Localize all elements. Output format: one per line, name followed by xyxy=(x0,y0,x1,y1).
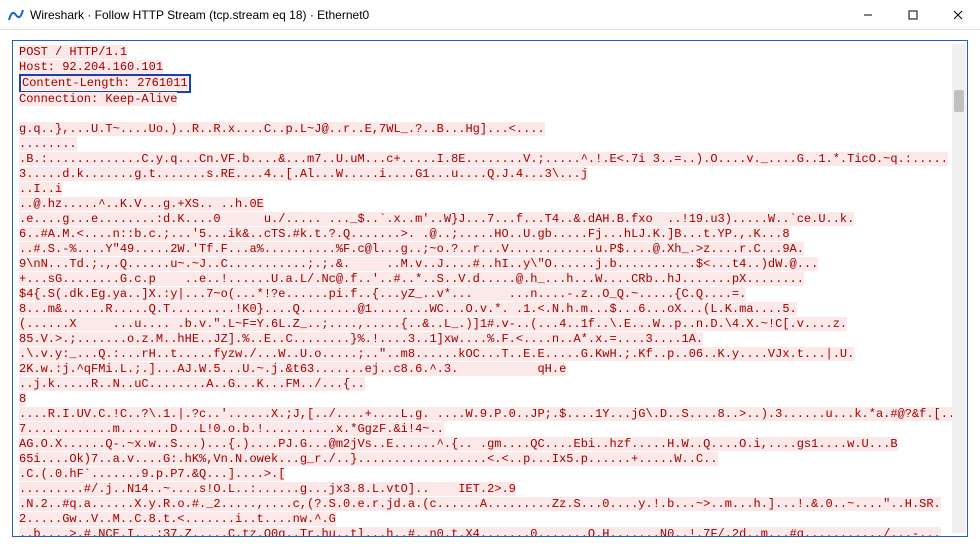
http-body-line: ........ xyxy=(19,137,77,151)
window-controls xyxy=(845,0,980,30)
http-body-line: .C.(.0.hF`.......9.p.P7.&Q...]....>.[ xyxy=(19,467,285,481)
http-body-line: g.q..},...U.T~....Uo.)..R..R.x....C..p.L… xyxy=(19,122,545,136)
minimize-button[interactable] xyxy=(845,0,890,30)
close-button[interactable] xyxy=(935,0,980,30)
titlebar: Wireshark · Follow HTTP Stream (tcp.stre… xyxy=(0,0,980,30)
http-body-line: 7............m.......D...L!0.o.b.!......… xyxy=(19,422,444,436)
maximize-button[interactable] xyxy=(890,0,935,30)
http-request-line: POST / HTTP/1.1 xyxy=(19,45,127,59)
http-body-line: 8...m&......R.....Q.T.........!K0}....Q.… xyxy=(19,302,797,316)
http-content-length-header: Content-Length: 2761011 xyxy=(22,76,188,90)
http-body-line: .........#/.j..N14..~....s!O.L..:......g… xyxy=(19,482,516,496)
http-body-line: ..I..i xyxy=(19,182,62,196)
http-body-line: ..j.k.....R..N..uC........A..G...K...FM.… xyxy=(19,377,365,391)
http-connection-header: Connection: Keep-Alive xyxy=(19,92,177,106)
content-length-highlight: Content-Length: 2761011 xyxy=(19,74,191,93)
http-body-line: ..#.S.-%....Y"49.....2W.'Tf.F...a%......… xyxy=(19,242,804,256)
http-body-line: +...sG........G.c.p ..e..!......U.a.L/.N… xyxy=(19,272,804,286)
http-body-line: AG.O.X......Q-.~x.w..S...)...{.)....PJ.G… xyxy=(19,437,898,451)
scroll-thumb[interactable] xyxy=(954,90,964,112)
http-body-line: 8 xyxy=(19,392,26,406)
http-body-line: 65i....Ok)7..a.v....G:.hK%,Vn.N.owek...g… xyxy=(19,452,718,466)
http-body-line: (......X ...u.... .b.v.".L~F=Y.6L.Z_..;.… xyxy=(19,317,847,331)
http-body-line: ..@.hz.....^..K.V...g.+XS.. ..h.0E xyxy=(19,197,264,211)
http-body-line: 9\nN...Td.;.,.Q......u~.~J..C...........… xyxy=(19,257,818,271)
window-title: Wireshark · Follow HTTP Stream (tcp.stre… xyxy=(30,8,845,22)
http-body-line: .e....g...e........:d.K....0 u./..... ..… xyxy=(19,212,854,226)
http-body-line: .\.v.y:_...Q.:...rH..t.....fyzw./...W..U… xyxy=(19,347,854,361)
http-stream-text[interactable]: POST / HTTP/1.1 Host: 92.204.160.101 Con… xyxy=(12,40,968,537)
http-body-line: 85.V.>.;.......o.z.M..hHE..JZ].%..E..C..… xyxy=(19,332,703,346)
http-body-line: 6..#A.M.<....n::b.c.;...'5...ik&..cTS.#k… xyxy=(19,227,790,241)
http-body-line: ....R.I.UV.C.!C..?\.1.|.?c..'......X.;J,… xyxy=(19,407,955,421)
http-body-line: .N.2..#q.a......X.y.R.o.#._2.....,....c,… xyxy=(19,497,941,511)
http-host-header: Host: 92.204.160.101 xyxy=(19,60,163,74)
http-body-line: ..b....>.#.NCE.I...;37.Z.....C.tz.O0g..T… xyxy=(19,527,941,537)
http-body-line: $4{.S(.dk.Eg.ya..]X.:y|...7~o(...*!?e...… xyxy=(19,287,746,301)
scrollbar[interactable] xyxy=(952,44,966,533)
http-body-line: 3.....d.k.......g.t.......s.RE....4..[.A… xyxy=(19,167,588,181)
wireshark-icon xyxy=(8,7,24,23)
content-area: POST / HTTP/1.1 Host: 92.204.160.101 Con… xyxy=(0,30,980,547)
http-body-line: 2.....Gw..V..M..C.8.t.<.......i..t....nw… xyxy=(19,512,336,526)
http-body-line: 2K.w.:j.^qFMi.L.;.]...AJ.W.5...U.~.j.&t6… xyxy=(19,362,566,376)
http-body-line: .B.:.............C.y.q...Cn.VF.b....&...… xyxy=(19,152,948,166)
